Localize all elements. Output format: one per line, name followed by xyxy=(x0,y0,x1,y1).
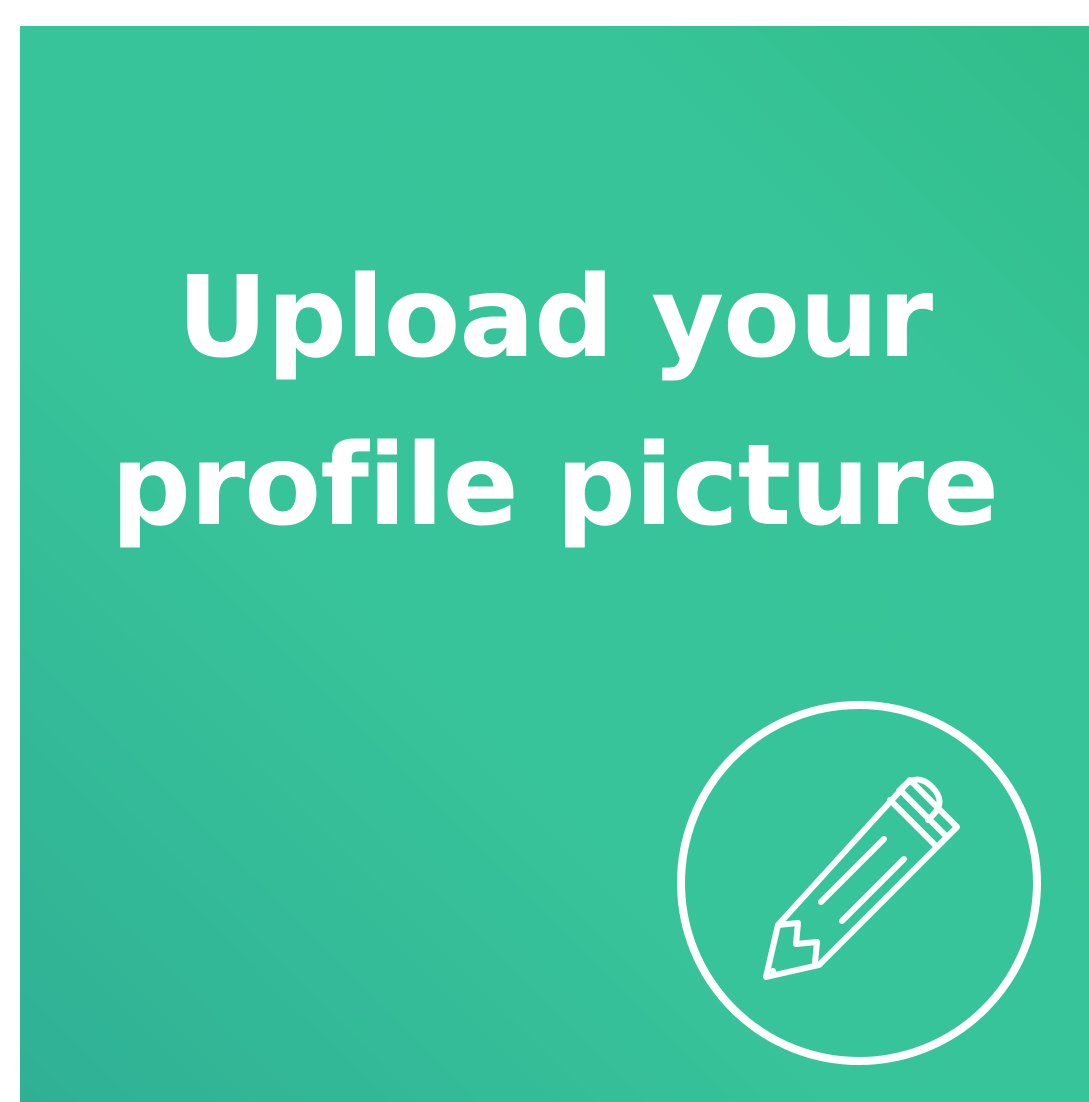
pencil-icon xyxy=(677,701,1041,1065)
title-line-1: Upload your xyxy=(176,253,933,383)
upload-card[interactable]: Upload your profile picture xyxy=(20,26,1089,1102)
page-title: Upload your profile picture xyxy=(20,234,1089,570)
edit-picture-button[interactable] xyxy=(676,700,1042,1066)
title-line-2: profile picture xyxy=(110,421,999,551)
